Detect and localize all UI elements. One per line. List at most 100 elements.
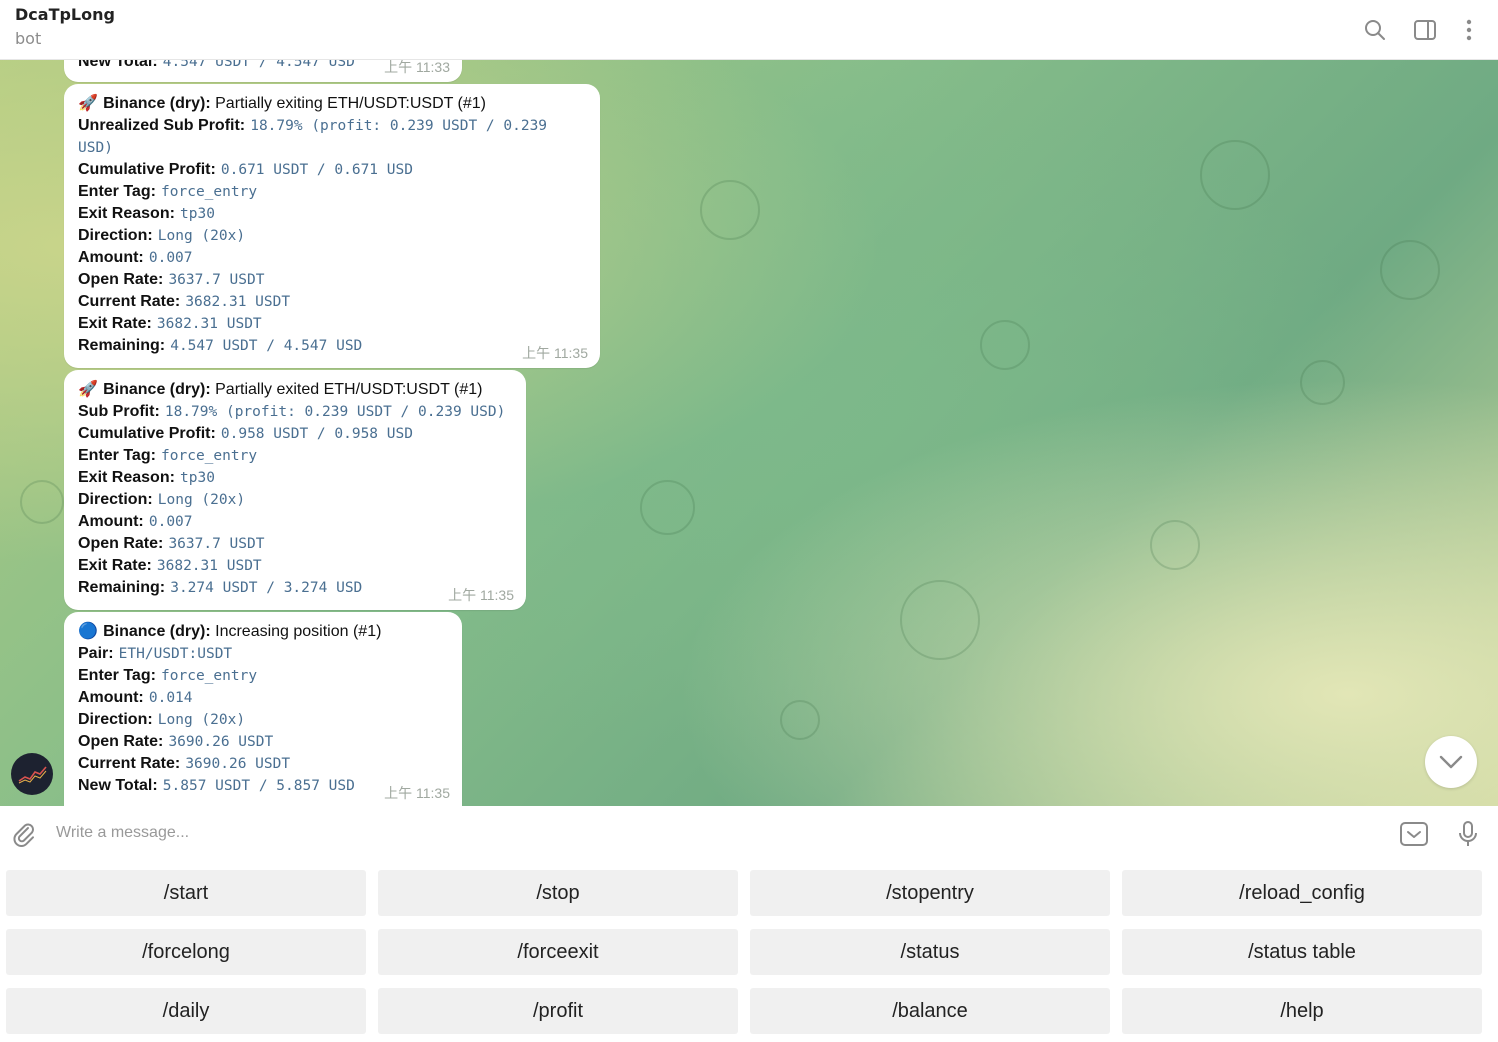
field-value: 3682.31 USDT: [185, 294, 291, 310]
command-stop-button[interactable]: /stop: [378, 870, 738, 916]
field-label: New Total:: [78, 777, 158, 794]
wallpaper-doodle: [700, 180, 760, 240]
field-value: 4.547 USDT / 4.547 USD: [162, 60, 355, 70]
message-input[interactable]: [56, 818, 1356, 848]
field-value: force_entry: [161, 448, 258, 464]
wallpaper-doodle: [1300, 360, 1345, 405]
field-value: 0.958 USDT / 0.958 USD: [220, 426, 413, 442]
field-value: 3682.31 USDT: [156, 316, 262, 332]
field-label: Enter Tag:: [78, 447, 156, 464]
field-value: 0.007: [148, 250, 193, 266]
message-bubble[interactable]: New Total: 4.547 USDT / 4.547 USD 上午 11:…: [64, 60, 462, 82]
attach-icon[interactable]: [8, 818, 40, 850]
field-label: Direction:: [78, 491, 153, 508]
wallpaper-doodle: [1200, 140, 1270, 210]
field-label: Open Rate:: [78, 535, 164, 552]
message-bubble[interactable]: 🚀 Binance (dry): Partially exiting ETH/U…: [64, 84, 600, 368]
scroll-down-button[interactable]: [1425, 736, 1477, 788]
command-status-table-button[interactable]: /status table: [1122, 929, 1482, 975]
field-label: Direction:: [78, 227, 153, 244]
field-label: Amount:: [78, 689, 144, 706]
field-value: 0.014: [148, 690, 193, 706]
rocket-icon: 🚀: [78, 379, 98, 398]
command-reload-config-button[interactable]: /reload_config: [1122, 870, 1482, 916]
message-composer: [0, 806, 1498, 862]
field-label: Sub Profit:: [78, 403, 160, 420]
field-label: Amount:: [78, 513, 144, 530]
message-time: 上午 11:35: [448, 587, 514, 603]
field-value: Long (20x): [157, 712, 246, 728]
message-time: 上午 11:33: [384, 60, 450, 75]
field-label: Exit Rate:: [78, 557, 152, 574]
command-status-button[interactable]: /status: [750, 929, 1110, 975]
chat-header: DcaTpLong bot: [0, 0, 1498, 60]
field-value: USD): [78, 140, 113, 156]
command-stopentry-button[interactable]: /stopentry: [750, 870, 1110, 916]
message-bubble[interactable]: 🔵 Binance (dry): Increasing position (#1…: [64, 612, 462, 806]
field-label: Enter Tag:: [78, 183, 156, 200]
wallpaper-doodle: [20, 480, 64, 524]
field-label: Pair:: [78, 645, 114, 662]
command-start-button[interactable]: /start: [6, 870, 366, 916]
chevron-down-icon: [1439, 755, 1463, 769]
more-vertical-icon[interactable]: [1452, 13, 1486, 47]
field-label: Remaining:: [78, 337, 166, 354]
field-value: force_entry: [161, 184, 258, 200]
field-label: New Total:: [78, 60, 158, 70]
field-label: Exit Reason:: [78, 469, 175, 486]
field-value: 3682.31 USDT: [156, 558, 262, 574]
field-value: ETH/USDT:USDT: [118, 646, 233, 662]
chat-title[interactable]: DcaTpLong: [15, 5, 115, 24]
field-label: Enter Tag:: [78, 667, 156, 684]
message-time: 上午 11:35: [522, 345, 588, 361]
search-icon[interactable]: [1358, 13, 1392, 47]
field-label: Exit Reason:: [78, 205, 175, 222]
command-profit-button[interactable]: /profit: [378, 988, 738, 1034]
field-value: 3.274 USDT / 3.274 USD: [170, 580, 363, 596]
field-value: force_entry: [161, 668, 258, 684]
bot-keyboard: /start /stop /stopentry /reload_config /…: [0, 862, 1498, 1042]
rocket-icon: 🚀: [78, 93, 98, 112]
command-forcelong-button[interactable]: /forcelong: [6, 929, 366, 975]
field-label: Direction:: [78, 711, 153, 728]
wallpaper-doodle: [640, 480, 695, 535]
field-value: 18.79% (profit: 0.239 USDT / 0.239: [250, 118, 548, 134]
microphone-icon[interactable]: [1452, 818, 1484, 850]
field-label: Current Rate:: [78, 293, 181, 310]
field-value: 5.857 USDT / 5.857 USD: [162, 778, 355, 794]
field-label: Unrealized Sub Profit:: [78, 117, 246, 134]
field-value: 4.547 USDT / 4.547 USD: [170, 338, 363, 354]
field-label: Current Rate:: [78, 755, 181, 772]
exchange-name: Binance (dry):: [103, 623, 211, 640]
command-help-button[interactable]: /help: [1122, 988, 1482, 1034]
field-value: 3637.7 USDT: [168, 272, 265, 288]
chat-subtitle: bot: [15, 29, 42, 48]
command-forceexit-button[interactable]: /forceexit: [378, 929, 738, 975]
command-daily-button[interactable]: /daily: [6, 988, 366, 1034]
field-value: 18.79% (profit: 0.239 USDT / 0.239 USD): [164, 404, 506, 420]
message-title: Partially exited ETH/USDT:USDT (#1): [210, 381, 483, 398]
field-label: Exit Rate:: [78, 315, 152, 332]
field-label: Amount:: [78, 249, 144, 266]
wallpaper-doodle: [1150, 520, 1200, 570]
message-time: 上午 11:35: [384, 785, 450, 801]
field-label: Open Rate:: [78, 271, 164, 288]
message-bubble[interactable]: 🚀 Binance (dry): Partially exited ETH/US…: [64, 370, 526, 610]
field-value: 3690.26 USDT: [168, 734, 274, 750]
field-value: Long (20x): [157, 492, 246, 508]
chat-area[interactable]: New Total: 4.547 USDT / 4.547 USD 上午 11:…: [0, 60, 1498, 806]
sidebar-toggle-icon[interactable]: [1408, 13, 1442, 47]
message-title: Partially exiting ETH/USDT:USDT (#1): [210, 95, 486, 112]
wallpaper-doodle: [780, 700, 820, 740]
bot-keyboard-icon[interactable]: [1398, 818, 1430, 850]
field-value: tp30: [180, 206, 215, 222]
command-balance-button[interactable]: /balance: [750, 988, 1110, 1034]
field-value: Long (20x): [157, 228, 246, 244]
message-title: Increasing position (#1): [210, 623, 382, 640]
blue-circle-icon: 🔵: [78, 621, 98, 640]
wallpaper-doodle: [980, 320, 1030, 370]
field-value: 0.671 USDT / 0.671 USD: [220, 162, 413, 178]
field-value: tp30: [180, 470, 215, 486]
exchange-name: Binance (dry):: [103, 381, 211, 398]
avatar[interactable]: [11, 753, 53, 795]
